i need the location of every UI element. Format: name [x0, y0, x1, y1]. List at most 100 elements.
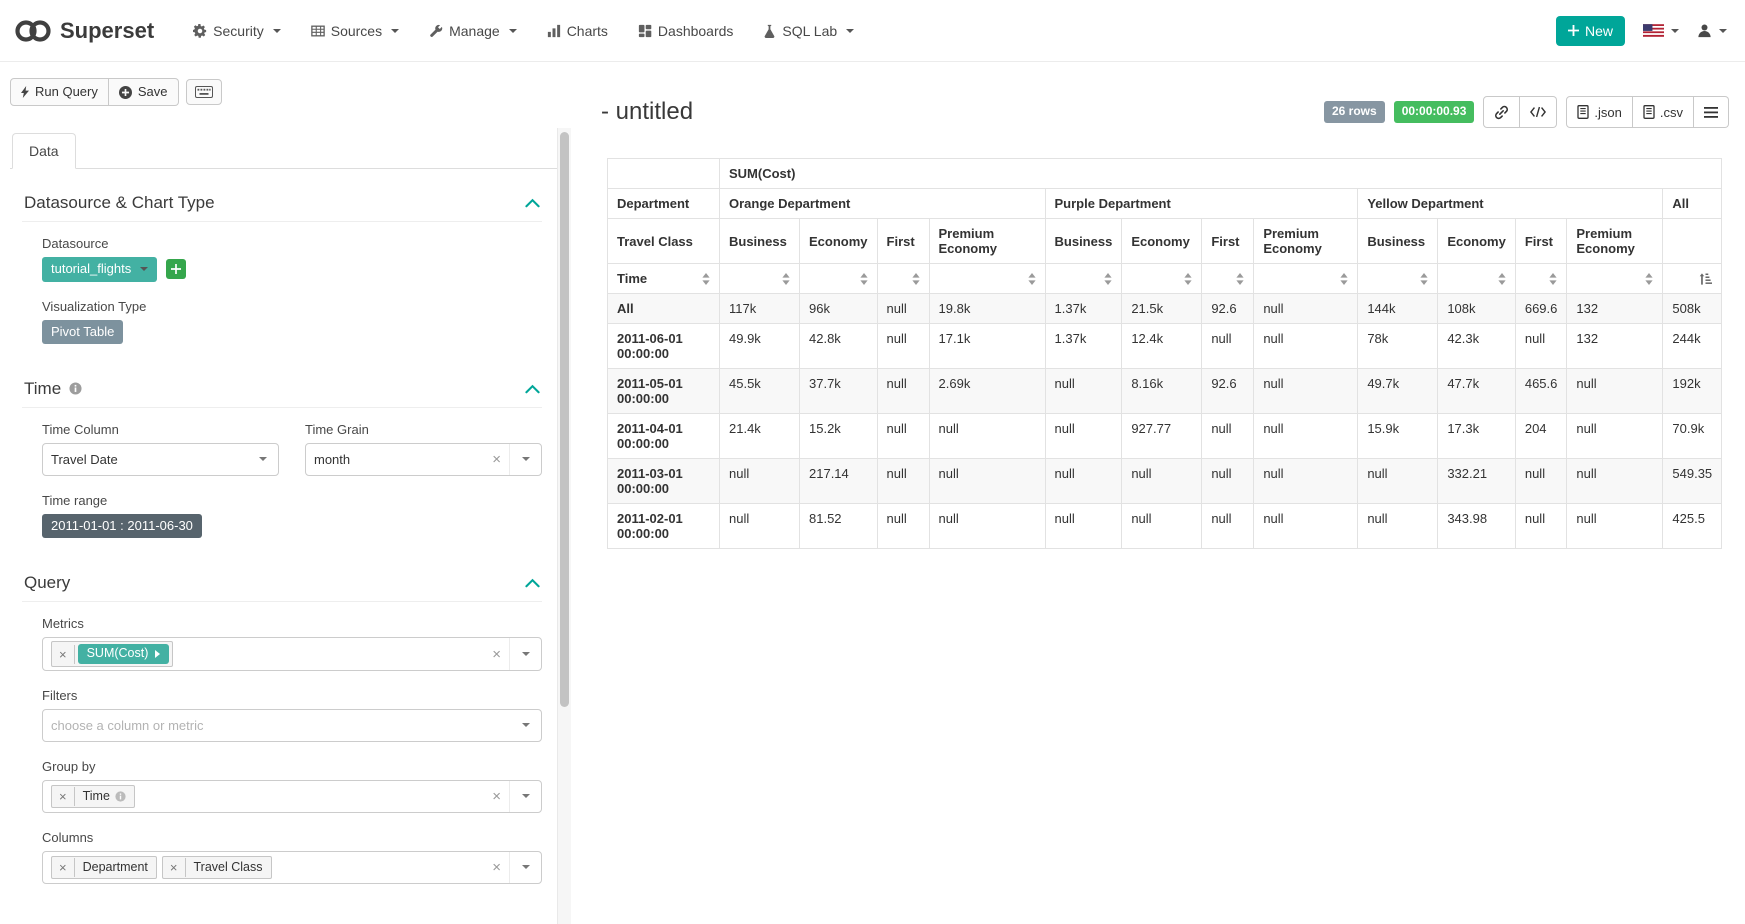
section-header-query[interactable]: Query: [22, 567, 542, 602]
nav-item-dashboards[interactable]: Dashboards: [623, 0, 749, 61]
export-json-button[interactable]: .json: [1566, 96, 1632, 128]
value-cell: 108k: [1438, 294, 1516, 324]
tab-data[interactable]: Data: [12, 133, 76, 169]
sort-icon[interactable]: [912, 273, 920, 285]
time-range-chip[interactable]: 2011-01-01 : 2011-06-30: [42, 514, 202, 538]
sortable-column-header[interactable]: [877, 264, 929, 294]
user-menu[interactable]: [1697, 23, 1727, 38]
metrics-select[interactable]: ×SUM(Cost) ×: [42, 637, 542, 671]
value-cell: null: [1254, 504, 1358, 549]
sort-icon[interactable]: [1645, 273, 1653, 285]
section-header-time[interactable]: Time: [22, 373, 542, 408]
nav-item-charts[interactable]: Charts: [532, 0, 623, 61]
info-icon: [69, 382, 82, 395]
remove-tag-icon[interactable]: ×: [52, 858, 75, 877]
new-button[interactable]: New: [1556, 16, 1625, 46]
sortable-column-header[interactable]: [1438, 264, 1516, 294]
sort-icon[interactable]: [702, 273, 710, 285]
chevron-up-icon[interactable]: [525, 384, 540, 394]
sort-icon[interactable]: [1340, 273, 1348, 285]
caret-down-icon[interactable]: [522, 457, 530, 461]
sortable-column-header[interactable]: [1045, 264, 1122, 294]
notebook-icon: [1577, 105, 1589, 119]
sortable-column-header[interactable]: [1122, 264, 1202, 294]
section-datasource: Datasource & Chart Type Datasource tutor…: [22, 187, 542, 365]
edit-datasource-button[interactable]: [166, 259, 186, 279]
sortable-column-header[interactable]: [1663, 264, 1722, 294]
sortable-column-header[interactable]: [1254, 264, 1358, 294]
value-cell: 15.2k: [800, 414, 878, 459]
section-title: Datasource & Chart Type: [24, 193, 215, 213]
columns-select[interactable]: ×Department×Travel Class ×: [42, 851, 542, 884]
chart-title[interactable]: - untitled: [601, 98, 693, 126]
section-header-datasource[interactable]: Datasource & Chart Type: [22, 187, 542, 222]
sort-icon[interactable]: [1104, 273, 1112, 285]
column-tag[interactable]: ×Department: [51, 856, 157, 879]
caret-down-icon[interactable]: [522, 723, 530, 727]
keyboard-shortcuts-button[interactable]: [186, 79, 222, 105]
export-csv-button[interactable]: .csv: [1633, 96, 1694, 128]
sortable-column-header[interactable]: [1202, 264, 1254, 294]
nav-item-sql-lab[interactable]: SQL Lab: [748, 0, 869, 61]
remove-tag-icon[interactable]: ×: [52, 645, 75, 664]
travel-class-header: First: [1515, 219, 1567, 264]
sort-icon[interactable]: [1420, 273, 1428, 285]
caret-down-icon[interactable]: [522, 652, 530, 656]
time-column-select[interactable]: Travel Date: [42, 443, 279, 476]
chevron-up-icon[interactable]: [525, 198, 540, 208]
sort-icon[interactable]: [1549, 273, 1557, 285]
sort-icon[interactable]: [860, 273, 868, 285]
caret-down-icon[interactable]: [522, 794, 530, 798]
caret-down-icon: [391, 29, 399, 33]
scrollbar-thumb[interactable]: [560, 132, 569, 707]
time-grain-select[interactable]: month ×: [305, 443, 542, 476]
short-link-button[interactable]: [1483, 96, 1520, 128]
sort-icon[interactable]: [1236, 273, 1244, 285]
sort-amount-icon[interactable]: [1699, 273, 1712, 285]
group-by-select[interactable]: ×Time ×: [42, 780, 542, 813]
sort-icon[interactable]: [1184, 273, 1192, 285]
col-dimension-label: Department: [608, 189, 720, 219]
nav-item-security[interactable]: Security: [178, 0, 296, 61]
sortable-column-header[interactable]: [800, 264, 878, 294]
sort-icon[interactable]: [782, 273, 790, 285]
value-cell: null: [877, 504, 929, 549]
caret-down-icon[interactable]: [522, 865, 530, 869]
run-query-button[interactable]: Run Query: [10, 78, 109, 106]
value-cell: null: [1254, 294, 1358, 324]
caret-down-icon[interactable]: [259, 457, 267, 461]
us-flag-icon: [1643, 24, 1664, 37]
info-icon: [115, 791, 126, 802]
superset-brand[interactable]: Superset: [14, 18, 154, 44]
clear-icon[interactable]: ×: [484, 451, 509, 468]
sortable-column-header[interactable]: [1358, 264, 1438, 294]
chevron-up-icon[interactable]: [525, 578, 540, 588]
metric-tag[interactable]: ×SUM(Cost): [51, 641, 173, 667]
sortable-column-header[interactable]: [1567, 264, 1663, 294]
sortable-column-header[interactable]: [1515, 264, 1567, 294]
panel-scrollbar[interactable]: [557, 128, 571, 924]
sortable-column-header[interactable]: [929, 264, 1045, 294]
clear-icon[interactable]: ×: [484, 646, 509, 663]
chart-menu-button[interactable]: [1694, 96, 1729, 128]
remove-tag-icon[interactable]: ×: [52, 787, 75, 806]
value-cell: 927.77: [1122, 414, 1202, 459]
datasource-chip[interactable]: tutorial_flights: [42, 257, 157, 281]
groupby-tag[interactable]: ×Time: [51, 785, 135, 808]
sortable-column-header[interactable]: [720, 264, 800, 294]
nav-item-manage[interactable]: Manage: [414, 0, 532, 61]
viz-type-chip[interactable]: Pivot Table: [42, 320, 123, 344]
remove-tag-icon[interactable]: ×: [163, 858, 186, 877]
save-button[interactable]: Save: [109, 78, 179, 106]
column-tag[interactable]: ×Travel Class: [162, 856, 272, 879]
row-dimension-header[interactable]: Time: [608, 264, 720, 294]
filters-select[interactable]: choose a column or metric: [42, 709, 542, 742]
sort-icon[interactable]: [1028, 273, 1036, 285]
nav-item-sources[interactable]: Sources: [296, 0, 414, 61]
clear-icon[interactable]: ×: [484, 859, 509, 876]
embed-code-button[interactable]: [1520, 96, 1557, 128]
clear-icon[interactable]: ×: [484, 788, 509, 805]
sort-icon[interactable]: [1498, 273, 1506, 285]
value-cell: null: [1567, 369, 1663, 414]
language-selector[interactable]: [1643, 24, 1679, 37]
